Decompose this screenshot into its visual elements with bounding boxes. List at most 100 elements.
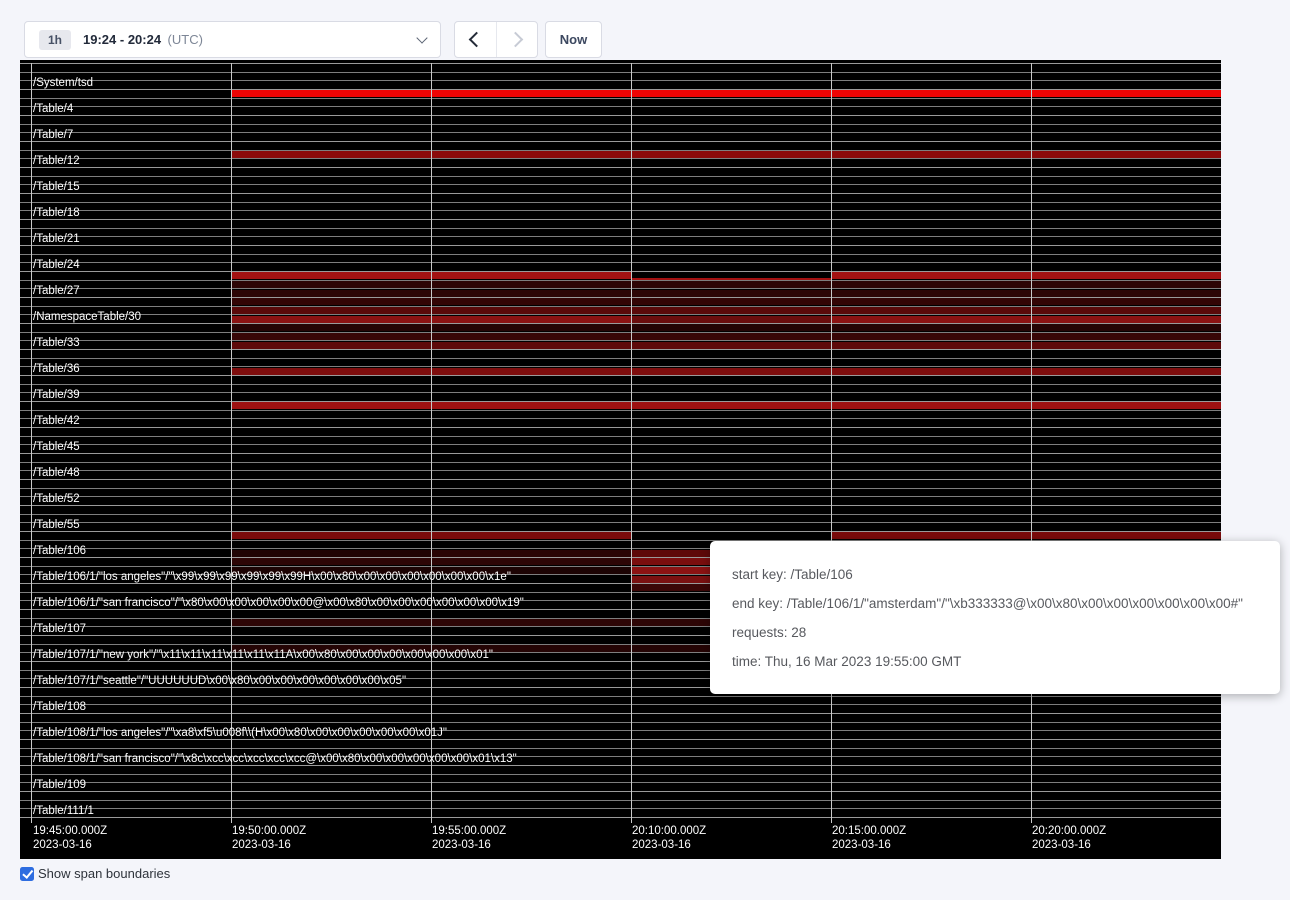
keyviz-canvas[interactable]: /System/tsd/Table/4/Table/7/Table/12/Tab… (20, 60, 1221, 859)
heat-cell[interactable] (832, 307, 1031, 314)
span-label: /Table/106 (33, 545, 86, 557)
heat-cell[interactable] (832, 316, 1031, 323)
heat-cell[interactable] (432, 550, 631, 557)
heat-cell[interactable] (1032, 290, 1221, 297)
heat-cell[interactable] (1032, 342, 1221, 349)
heat-cell[interactable] (232, 307, 431, 314)
next-range-button-disabled[interactable] (496, 22, 538, 57)
heat-cell[interactable] (832, 281, 1031, 288)
heat-cell[interactable] (232, 342, 431, 349)
heat-cell[interactable] (632, 290, 831, 297)
heat-cell[interactable] (1032, 298, 1221, 305)
span-group: /Table/45 (20, 427, 1221, 453)
heat-cell[interactable] (232, 402, 431, 409)
heat-cell[interactable] (432, 402, 631, 409)
heat-cell[interactable] (232, 151, 431, 158)
heat-cell[interactable] (432, 558, 631, 565)
heat-cell[interactable] (432, 619, 631, 626)
heat-cell[interactable] (632, 368, 831, 375)
span-tooltip: start key: /Table/106 end key: /Table/10… (710, 541, 1280, 694)
heat-cell[interactable] (832, 272, 1031, 279)
span-row-line (20, 158, 1221, 159)
now-button[interactable]: Now (545, 21, 602, 58)
heat-cell[interactable] (632, 281, 831, 288)
heat-cell[interactable] (832, 333, 1031, 340)
heat-cell[interactable] (632, 151, 831, 158)
heat-cell[interactable] (232, 368, 431, 375)
heat-cell[interactable] (432, 272, 631, 279)
heat-cell[interactable] (232, 550, 431, 557)
heat-cell[interactable] (232, 333, 431, 340)
time-range-dropdown[interactable]: 1h 19:24 - 20:24 (UTC) (24, 21, 441, 58)
heat-cell[interactable] (432, 342, 631, 349)
heat-cell[interactable] (432, 307, 631, 314)
heat-cell[interactable] (232, 532, 431, 539)
heat-cell[interactable] (232, 316, 431, 323)
heat-cell[interactable] (632, 342, 831, 349)
heat-cell[interactable] (1032, 333, 1221, 340)
axis-time: 20:15:00.000Z (832, 824, 906, 838)
heat-cell[interactable] (832, 290, 1031, 297)
time-gridline (31, 63, 32, 823)
heat-cell[interactable] (1032, 151, 1221, 158)
heat-cell[interactable] (232, 272, 431, 279)
heat-cell[interactable] (432, 333, 631, 340)
heat-cell[interactable] (432, 90, 631, 97)
heat-cell[interactable] (1032, 402, 1221, 409)
heat-cell[interactable] (632, 272, 831, 280)
span-group: /Table/111/1 (20, 791, 1221, 817)
heat-cell[interactable] (432, 324, 631, 331)
heat-cell[interactable] (832, 298, 1031, 305)
heat-cell[interactable] (232, 298, 431, 305)
heat-cell[interactable] (1032, 316, 1221, 323)
chevron-down-icon (416, 32, 427, 43)
heat-cell[interactable] (632, 307, 831, 314)
heat-cell[interactable] (1032, 324, 1221, 331)
heat-cell[interactable] (832, 342, 1031, 349)
heat-cell[interactable] (632, 402, 831, 409)
heat-cell[interactable] (232, 281, 431, 288)
axis-date: 2023-03-16 (432, 838, 506, 852)
heat-cell[interactable] (632, 298, 831, 305)
time-axis-label: 19:50:00.000Z2023-03-16 (232, 824, 306, 852)
span-label: /Table/106/1/"san francisco"/"\x80\x00\x… (33, 597, 524, 609)
heat-cell[interactable] (232, 290, 431, 297)
heat-cell[interactable] (432, 281, 631, 288)
heat-cell[interactable] (632, 324, 831, 331)
heat-cell[interactable] (1032, 368, 1221, 375)
heat-cell[interactable] (432, 316, 631, 323)
heat-cell[interactable] (832, 532, 1031, 539)
show-span-boundaries-checkbox[interactable] (20, 867, 34, 881)
heat-cell[interactable] (232, 558, 431, 565)
heat-cell[interactable] (1032, 307, 1221, 314)
heat-cell[interactable] (832, 324, 1031, 331)
span-label: /Table/107 (33, 623, 86, 635)
heat-cell[interactable] (1032, 532, 1221, 539)
span-row-line (20, 262, 1221, 263)
heat-cell[interactable] (1032, 272, 1221, 279)
time-axis-label: 20:20:00.000Z2023-03-16 (1032, 824, 1106, 852)
span-row-line (20, 696, 1221, 697)
heat-cell[interactable] (232, 324, 431, 331)
heat-cell[interactable] (232, 619, 431, 626)
heat-cell[interactable] (432, 151, 631, 158)
heat-cell[interactable] (432, 298, 631, 305)
heat-cell[interactable] (632, 90, 831, 97)
heat-cell[interactable] (1032, 90, 1221, 97)
heat-cell[interactable] (832, 90, 1031, 97)
prev-range-button[interactable] (455, 22, 496, 57)
range-duration-badge: 1h (39, 30, 71, 50)
span-row-line (20, 496, 1221, 497)
heat-cell[interactable] (1032, 281, 1221, 288)
heat-cell[interactable] (632, 316, 831, 323)
heat-cell[interactable] (632, 333, 831, 340)
tooltip-time: time: Thu, 16 Mar 2023 19:55:00 GMT (732, 654, 1258, 669)
heat-cell[interactable] (432, 368, 631, 375)
heat-cell[interactable] (832, 368, 1031, 375)
heat-cell[interactable] (432, 532, 631, 539)
heat-cell[interactable] (232, 90, 431, 97)
heat-cell[interactable] (832, 402, 1031, 409)
heat-cell[interactable] (832, 151, 1031, 158)
heat-cell[interactable] (432, 290, 631, 297)
span-row-line (20, 748, 1221, 749)
